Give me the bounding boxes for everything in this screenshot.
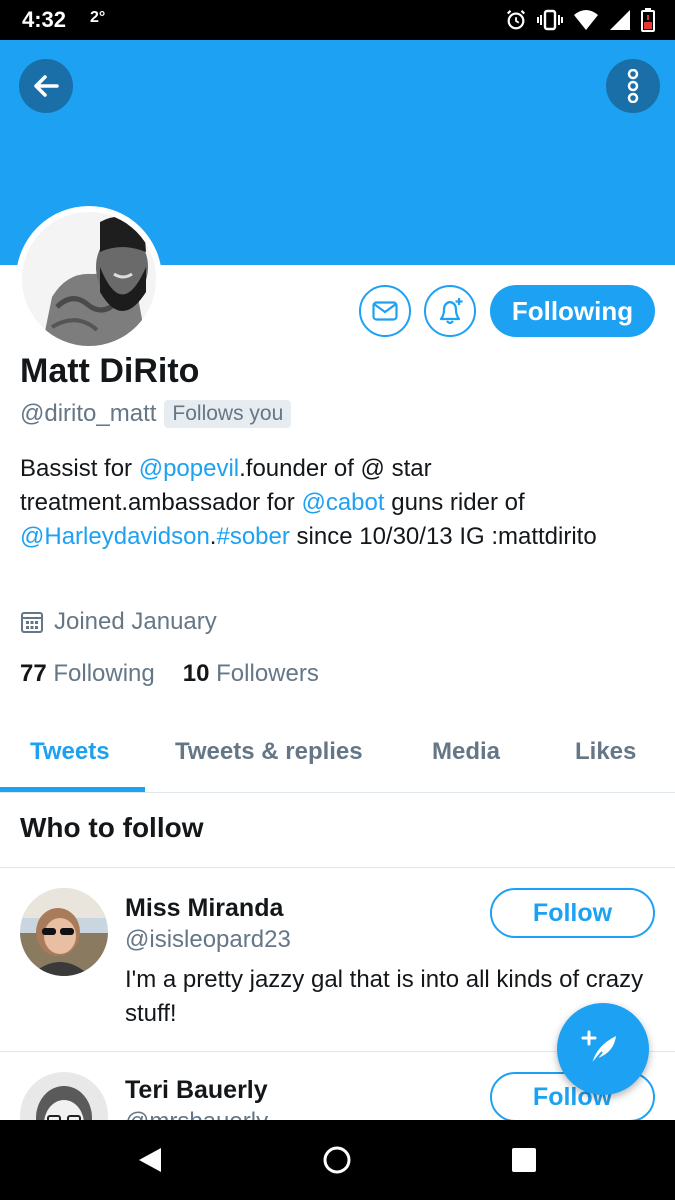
- avatar[interactable]: [20, 1072, 108, 1120]
- wifi-icon: [574, 10, 598, 30]
- alarm-icon: [506, 10, 526, 30]
- followers-stat[interactable]: 10 Followers: [183, 660, 319, 688]
- compose-tweet-button[interactable]: [557, 1003, 649, 1095]
- bio-mention-cabot[interactable]: @cabot: [301, 489, 384, 516]
- following-count: 77: [20, 660, 47, 687]
- status-bar: 4:32 2°: [0, 0, 675, 40]
- joined-label: Joined January: [54, 608, 217, 635]
- who-to-follow-title: Who to follow: [20, 812, 204, 843]
- follow-button[interactable]: Follow: [490, 888, 655, 938]
- follows-you-badge: Follows you: [164, 400, 292, 428]
- profile-name: Matt DiRito: [20, 352, 200, 390]
- status-time: 4:32: [22, 7, 67, 32]
- more-vertical-icon: [627, 69, 639, 103]
- active-tab-indicator: [0, 787, 145, 792]
- recents-square-icon: [512, 1148, 536, 1172]
- profile-tabs: Tweets Tweets & replies Media Likes: [0, 720, 675, 793]
- bio-mention-popevil[interactable]: @popevil: [139, 455, 239, 482]
- followers-count: 10: [182, 660, 210, 687]
- status-icons: [505, 7, 655, 33]
- calendar-icon: [21, 612, 43, 633]
- bio-hashtag-sober[interactable]: #sober: [216, 523, 289, 550]
- rec-name[interactable]: Miss Miranda: [125, 894, 283, 923]
- tab-tweets-replies[interactable]: Tweets & replies: [175, 738, 363, 766]
- joined-date: Joined January: [20, 608, 217, 636]
- tab-tweets[interactable]: Tweets: [30, 738, 110, 766]
- nav-home-button[interactable]: [321, 1144, 353, 1176]
- follow-stats: 77 Following 10 Followers: [20, 660, 319, 688]
- following-button[interactable]: Following: [490, 285, 655, 337]
- bell-plus-icon: [439, 298, 463, 325]
- avatar: [22, 212, 156, 346]
- notifications-button[interactable]: [424, 285, 476, 337]
- handle-row: @dirito_matt Follows you: [20, 400, 292, 428]
- arrow-left-icon: [34, 75, 59, 97]
- bio-mention-harleydavidson[interactable]: @Harleydavidson: [20, 523, 210, 550]
- following-stat[interactable]: 77 Following: [20, 660, 155, 688]
- more-options-button[interactable]: [606, 59, 660, 113]
- rec-name[interactable]: Teri Bauerly: [125, 1076, 268, 1105]
- back-button[interactable]: [19, 59, 73, 113]
- message-button[interactable]: [359, 285, 411, 337]
- signal-icon: [610, 10, 630, 30]
- home-circle-icon: [323, 1146, 351, 1174]
- profile-bio: Bassist for @popevil.founder of @ star t…: [20, 452, 640, 554]
- following-label: Following: [53, 660, 155, 687]
- tab-media[interactable]: Media: [432, 738, 500, 766]
- profile-handle: @dirito_matt: [20, 400, 157, 427]
- status-temperature: 2°: [90, 9, 106, 26]
- battery-low-icon: [641, 8, 655, 32]
- avatar[interactable]: [20, 888, 108, 976]
- compose-tweet-icon: [581, 1030, 616, 1065]
- bio-text: since 10/30/13 IG :mattdirito: [289, 523, 597, 550]
- envelope-icon: [372, 301, 398, 321]
- rec-handle: @isisleopard23: [125, 926, 291, 953]
- profile-avatar-frame[interactable]: [16, 206, 162, 352]
- rec-handle: @mrsbauerly: [125, 1108, 268, 1120]
- bio-text: Bassist for: [20, 455, 139, 482]
- vibrate-icon: [537, 9, 563, 31]
- nav-back-button[interactable]: [134, 1144, 166, 1176]
- tab-likes[interactable]: Likes: [575, 738, 636, 766]
- back-triangle-icon: [139, 1148, 161, 1172]
- followers-label: Followers: [216, 660, 319, 687]
- bio-text: guns rider of: [384, 489, 525, 516]
- nav-recents-button[interactable]: [508, 1144, 540, 1176]
- system-nav-bar: [0, 1120, 675, 1200]
